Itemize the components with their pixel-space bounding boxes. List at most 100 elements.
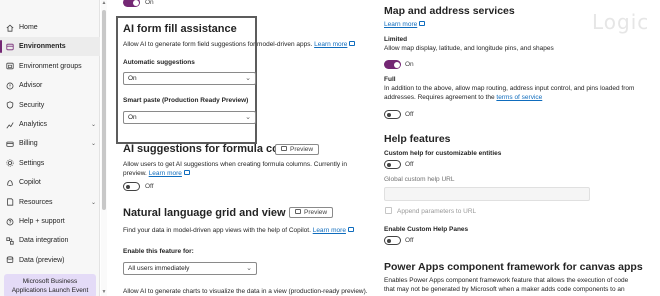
billing-icon [6,140,14,148]
promo-line1: Microsoft Business [22,278,78,285]
custom-help-toggle-text: Off [405,161,414,168]
sidebar-item-data-integration[interactable]: Data integration [0,231,100,250]
append-params-checkbox[interactable] [385,207,392,214]
limited-desc: Allow map display, latitude, and longitu… [384,45,554,52]
sidebar-item-help-support[interactable]: Help + support [0,212,100,231]
enable-feature-label: Enable this feature for: [123,248,194,255]
limited-toggle-text: On [405,61,414,68]
append-params-label: Append parameters to URL [397,208,477,215]
formula-desc-line1: Allow users to get AI suggestions when c… [123,161,347,168]
chevron-down-icon[interactable]: ⌄ [91,140,96,147]
sidebar-item-label: Security [19,101,45,109]
external-link-icon [349,40,356,46]
nl-grid-preview-badge[interactable]: Preview [289,207,334,218]
formula-preview-label: Preview [290,146,314,153]
global-help-url-label: Global custom help URL [384,176,455,183]
resources-icon [6,198,14,206]
data-integration-icon [6,237,14,245]
formula-columns-toggle[interactable] [123,182,140,191]
ai-form-fill-learn-more[interactable]: Learn more [314,41,347,48]
promo-banner[interactable]: Microsoft Business Applications Launch E… [4,274,96,296]
scroll-up-icon[interactable]: ▲ [101,0,107,6]
sidebar-item-data-preview[interactable]: Data (preview) [0,251,100,270]
sidebar-item-label: Analytics [19,121,48,128]
full-label: Full [384,76,396,83]
help-panes-label: Enable Custom Help Panes [384,226,469,233]
home-icon [6,24,14,32]
nl-grid-learn-more[interactable]: Learn more [313,227,346,234]
sidebar-item-label: Help + support [19,218,65,225]
sidebar-item-label: Settings [19,159,45,167]
formula-learn-more[interactable]: Learn more [149,170,182,177]
sidebar-item-label: Home [19,24,38,31]
full-toggle[interactable] [384,110,401,119]
sidebar-item-security[interactable]: Security [0,96,100,115]
sidebar-item-advisor[interactable]: Advisor [0,76,100,95]
vertical-scrollbar[interactable]: ▲ ▼ [101,0,107,296]
ai-form-fill-desc-text: Allow AI to generate form field suggesti… [123,41,313,48]
scrollbar-thumb[interactable] [102,10,106,210]
map-services-title: Map and address services [384,5,515,17]
pcf-desc: Enables Power Apps component framework f… [384,276,654,294]
top-toggle[interactable] [123,0,140,7]
map-learn-more[interactable]: Learn more [384,21,417,28]
sidebar-item-label: Billing [19,140,38,148]
sidebar-item-copilot[interactable]: Copilot [0,173,100,192]
sidebar-item-home[interactable]: Home [0,18,100,37]
sidebar-item-billing[interactable]: Billing ⌄ [0,134,100,153]
sidebar-nav: Home Environments Environment groups Adviso… [0,0,100,296]
help-features-title: Help features [384,133,451,145]
pcf-desc-line2: that may not be generated by Microsoft w… [384,286,625,293]
automatic-suggestions-select[interactable]: On ⌄ [123,72,256,85]
ai-form-fill-desc: Allow AI to generate form field suggesti… [123,40,356,49]
external-link-icon [419,20,426,26]
smart-paste-select[interactable]: On ⌄ [123,111,256,124]
full-desc: In addition to the above, allow map rout… [384,84,654,102]
preview-icon [281,145,287,151]
sidebar-item-label: Data integration [19,237,69,245]
watermark-logo: Logic [592,10,650,34]
sidebar-item-label: Copilot [19,179,41,187]
limited-label: Limited [384,36,408,43]
environments-icon [6,43,14,51]
map-learn-more-wrap: Learn more [384,20,426,29]
external-link-icon [347,226,354,232]
preview-icon [295,208,301,214]
automatic-suggestions-value: On [128,75,137,82]
sidebar-item-settings[interactable]: Settings [0,154,100,173]
terms-of-service-link[interactable]: terms of service [496,94,542,101]
nl-grid-preview-label: Preview [304,209,328,216]
analytics-icon [6,121,14,129]
sidebar-item-label: Environment groups [19,62,82,70]
advisor-icon [6,82,14,90]
sidebar-item-environment-groups[interactable]: Environment groups [0,57,100,76]
help-icon [6,218,14,226]
chevron-down-icon: ⌄ [245,114,251,121]
environment-groups-icon [6,62,14,70]
top-toggle-text: On [145,0,154,6]
sidebar-item-label: Resources [19,198,53,206]
full-desc-line2: addresses. Requires agreement to the ter… [384,93,654,102]
full-desc-line2-text: addresses. Requires agreement to the [384,94,495,101]
sidebar-item-resources[interactable]: Resources ⌄ [0,193,100,212]
chevron-down-icon: ⌄ [246,265,252,272]
help-panes-toggle[interactable] [384,236,401,245]
chevron-down-icon[interactable]: ⌄ [91,121,96,128]
global-help-url-input[interactable] [384,187,590,201]
custom-help-toggle[interactable] [384,160,401,169]
chevron-down-icon[interactable]: ⌄ [91,199,96,206]
limited-toggle[interactable] [384,60,401,69]
sidebar-item-analytics[interactable]: Analytics ⌄ [0,115,100,134]
formula-toggle-text: Off [145,183,154,190]
enable-feature-value: All users immediately [128,265,190,272]
formula-preview-badge[interactable]: Preview [275,144,320,155]
data-icon [6,256,14,264]
external-link-icon [183,169,190,175]
scroll-down-icon[interactable]: ▼ [101,289,107,295]
sidebar-item-label: Data (preview) [19,256,65,264]
nl-grid-desc: Find your data in model-driven app views… [123,226,354,235]
sidebar-item-environments[interactable]: Environments [0,37,100,57]
app-root: Home Environments Environment groups Adviso… [0,0,660,296]
sidebar-item-label: Advisor [19,82,43,90]
enable-feature-select[interactable]: All users immediately ⌄ [123,262,257,275]
